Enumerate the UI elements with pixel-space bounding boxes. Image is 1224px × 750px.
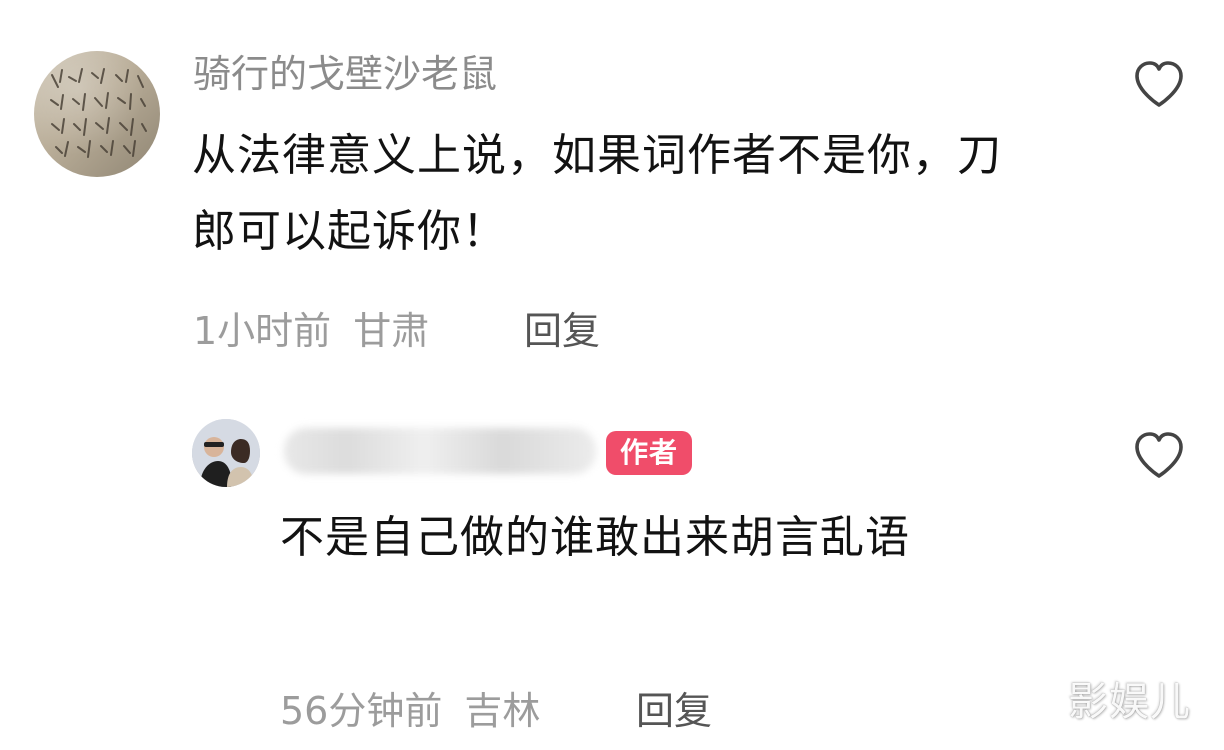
- comment-text: 从法律意义上说，如果词作者不是你，刀郎可以起诉你！: [192, 130, 1002, 257]
- comment-time: 1小时前: [193, 309, 332, 353]
- heart-outline-icon[interactable]: [1130, 429, 1188, 481]
- comment-meta: 1小时前 甘肃: [193, 305, 429, 357]
- reply-button[interactable]: 回复: [524, 305, 600, 357]
- reply-text: 不是自己做的谁敢出来胡言乱语: [280, 512, 910, 563]
- author-badge: 作者: [606, 431, 692, 475]
- blurred-author-name: [284, 428, 596, 474]
- comment-username[interactable]: 骑行的戈壁沙老鼠: [193, 47, 497, 101]
- reply-time: 56分钟前: [280, 689, 443, 733]
- reply-location: 吉林: [464, 689, 541, 733]
- commenter-avatar[interactable]: [34, 51, 160, 177]
- comment-location: 甘肃: [353, 309, 430, 353]
- reply-meta: 56分钟前 吉林: [280, 685, 540, 737]
- watermark: 影娱儿: [1068, 679, 1191, 725]
- reply-button[interactable]: 回复: [636, 685, 712, 737]
- heart-outline-icon[interactable]: [1130, 58, 1188, 110]
- author-avatar[interactable]: [192, 419, 260, 487]
